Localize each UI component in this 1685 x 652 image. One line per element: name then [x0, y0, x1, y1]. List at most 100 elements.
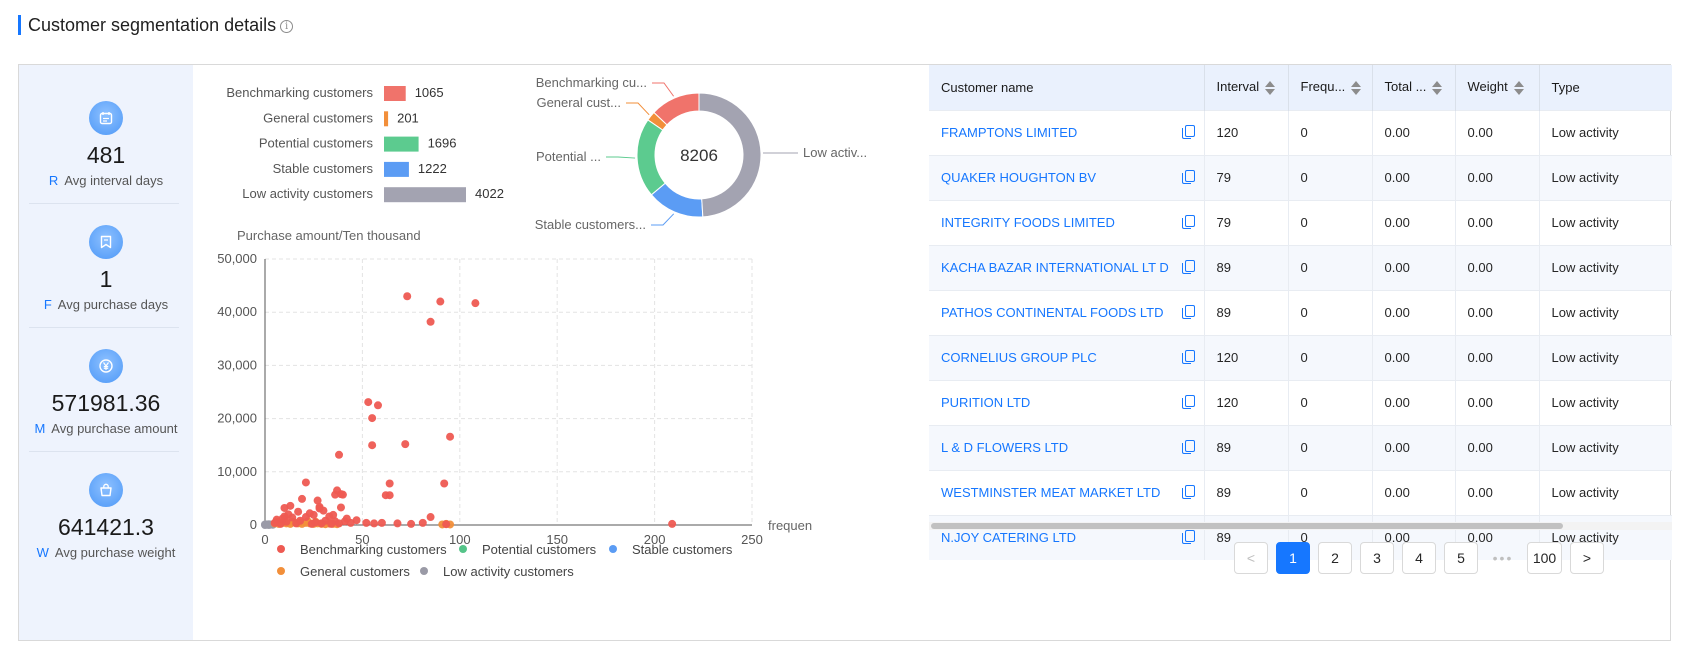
customer-name-cell[interactable]: KACHA BAZAR INTERNATIONAL LT D	[929, 244, 1205, 290]
table-row[interactable]: KACHA BAZAR INTERNATIONAL LT D 89 0 0.00 0.0…	[929, 244, 1672, 290]
info-icon[interactable]: i	[280, 20, 294, 33]
customer-name-link[interactable]: QUAKER HOUGHTON BV	[941, 170, 1096, 185]
col-total[interactable]: Total ...	[1372, 65, 1456, 110]
scatter-point	[301, 478, 310, 487]
pie-center-total: 8206	[680, 146, 718, 165]
type-cell: Low activity	[1539, 469, 1672, 515]
customer-name-cell[interactable]: INTEGRITY FOODS LIMITED	[929, 199, 1205, 245]
copy-icon[interactable]	[1181, 125, 1195, 139]
sort-icon[interactable]	[1265, 81, 1276, 96]
scatter-point	[335, 519, 344, 528]
copy-icon[interactable]	[1181, 260, 1195, 274]
y-tick-label: 30,000	[217, 357, 257, 372]
table-row[interactable]: PATHOS CONTINENTAL FOODS LTD 89 0 0.00 0.00 L…	[929, 289, 1672, 335]
customer-name-link[interactable]: FRAMPTONS LIMITED	[941, 125, 1077, 140]
pie-slice-label: Benchmarking cu...	[536, 75, 647, 90]
scatter-point	[668, 519, 677, 528]
page-3-button[interactable]: 3	[1360, 542, 1394, 574]
pie-leader-line	[652, 82, 675, 97]
frequency-cell: 0	[1288, 289, 1373, 335]
page-2-button[interactable]: 2	[1318, 542, 1352, 574]
customer-name-cell[interactable]: FRAMPTONS LIMITED	[929, 109, 1205, 155]
scatter-point	[338, 490, 347, 499]
total-cell: 0.00	[1372, 334, 1456, 380]
customer-name-link[interactable]: WESTMINSTER MEAT MARKET LTD	[941, 485, 1160, 500]
sort-icon[interactable]	[1432, 81, 1443, 96]
sort-icon[interactable]	[1351, 81, 1362, 96]
weight-cell: 0.00	[1455, 109, 1540, 155]
customer-name-link[interactable]: L & D FLOWERS LTD	[941, 440, 1068, 455]
frequency-cell: 0	[1288, 424, 1373, 470]
customer-name-cell[interactable]: CORNELIUS GROUP PLC	[929, 334, 1205, 380]
customer-name-link[interactable]: INTEGRITY FOODS LIMITED	[941, 215, 1115, 230]
scatter-point	[319, 506, 328, 515]
customer-name-cell[interactable]: QUAKER HOUGHTON BV	[929, 154, 1205, 200]
legend-marker	[459, 545, 467, 553]
total-cell: 0.00	[1372, 199, 1456, 245]
table-row[interactable]: WESTMINSTER MEAT MARKET LTD 89 0 0.00 0.00 Lo…	[929, 469, 1672, 515]
copy-icon[interactable]	[1181, 440, 1195, 454]
customer-name-link[interactable]: KACHA BAZAR INTERNATIONAL LT D	[941, 260, 1169, 275]
scatter-point	[336, 503, 345, 512]
bookmark-icon	[89, 225, 123, 259]
copy-icon[interactable]	[1181, 485, 1195, 499]
legend-label: Potential customers	[482, 542, 597, 557]
customer-name-cell[interactable]: L & D FLOWERS LTD	[929, 424, 1205, 470]
total-cell: 0.00	[1372, 244, 1456, 290]
divider	[29, 203, 179, 204]
section-header: Customer segmentation details i	[18, 14, 294, 36]
scatter-point	[327, 519, 336, 528]
bar-mark	[384, 111, 389, 127]
metric-f: 1 F Avg purchase days	[19, 225, 193, 312]
col-weight[interactable]: Weight	[1455, 65, 1540, 110]
ellipsis-pages[interactable]: •••	[1486, 542, 1520, 574]
weight-cell: 0.00	[1455, 244, 1540, 290]
customer-name-link[interactable]: PATHOS CONTINENTAL FOODS LTD	[941, 305, 1163, 320]
interval-cell: 79	[1204, 154, 1289, 200]
prev-page-button[interactable]: <	[1234, 542, 1268, 574]
customer-name-cell[interactable]: WESTMINSTER MEAT MARKET LTD	[929, 469, 1205, 515]
col-interval[interactable]: Interval	[1204, 65, 1289, 110]
copy-icon[interactable]	[1181, 170, 1195, 184]
scatter-point	[471, 299, 480, 308]
table-row[interactable]: L & D FLOWERS LTD 89 0 0.00 0.00 Low activity	[929, 424, 1672, 470]
page-5-button[interactable]: 5	[1444, 542, 1478, 574]
customer-name-link[interactable]: PURITION LTD	[941, 395, 1030, 410]
customer-name-cell[interactable]: PATHOS CONTINENTAL FOODS LTD	[929, 289, 1205, 335]
col-customer-name[interactable]: Customer name	[929, 65, 1205, 110]
legend-label: Low activity customers	[443, 564, 574, 579]
scatter-point	[294, 507, 303, 516]
table-row[interactable]: FRAMPTONS LIMITED 120 0 0.00 0.00 Low activit…	[929, 109, 1672, 155]
copy-icon[interactable]	[1181, 395, 1195, 409]
page-title: Customer segmentation details	[28, 14, 277, 35]
scatter-point	[403, 292, 412, 301]
col-type[interactable]: Type	[1539, 65, 1672, 110]
copy-icon[interactable]	[1181, 215, 1195, 229]
table-row[interactable]: PURITION LTD 120 0 0.00 0.00 Low activity	[929, 379, 1672, 425]
page-4-button[interactable]: 4	[1402, 542, 1436, 574]
scatter-point	[446, 432, 455, 441]
y-tick-label: 40,000	[217, 304, 257, 319]
copy-icon[interactable]	[1181, 350, 1195, 364]
col-frequency[interactable]: Frequ...	[1288, 65, 1373, 110]
type-cell: Low activity	[1539, 289, 1672, 335]
table-row[interactable]: QUAKER HOUGHTON BV 79 0 0.00 0.00 Low activit…	[929, 154, 1672, 200]
scatter-point	[370, 519, 379, 528]
customer-name-link[interactable]: CORNELIUS GROUP PLC	[941, 350, 1097, 365]
table-row[interactable]: INTEGRITY FOODS LIMITED 79 0 0.00 0.00 Low ac…	[929, 199, 1672, 245]
scatter-point	[442, 520, 451, 529]
segmentation-panel: 481 R Avg interval days 1 F Avg purchase d…	[18, 64, 1672, 641]
customer-name-cell[interactable]: PURITION LTD	[929, 379, 1205, 425]
y-tick-label: 10,000	[217, 464, 257, 479]
weight-cell: 0.00	[1455, 199, 1540, 245]
copy-icon[interactable]	[1181, 305, 1195, 319]
page-1-button[interactable]: 1	[1276, 542, 1310, 574]
legend-marker	[277, 545, 285, 553]
sort-icon[interactable]	[1513, 81, 1524, 96]
last-page-button[interactable]: 100	[1527, 542, 1562, 574]
next-page-button[interactable]: >	[1570, 542, 1604, 574]
table-row[interactable]: CORNELIUS GROUP PLC 120 0 0.00 0.00 Low activ…	[929, 334, 1672, 380]
horizontal-scrollbar[interactable]	[931, 523, 1563, 529]
pagination: < 1 2 3 4 5 ••• 100 >	[929, 542, 1672, 576]
scatter-point	[368, 441, 377, 450]
